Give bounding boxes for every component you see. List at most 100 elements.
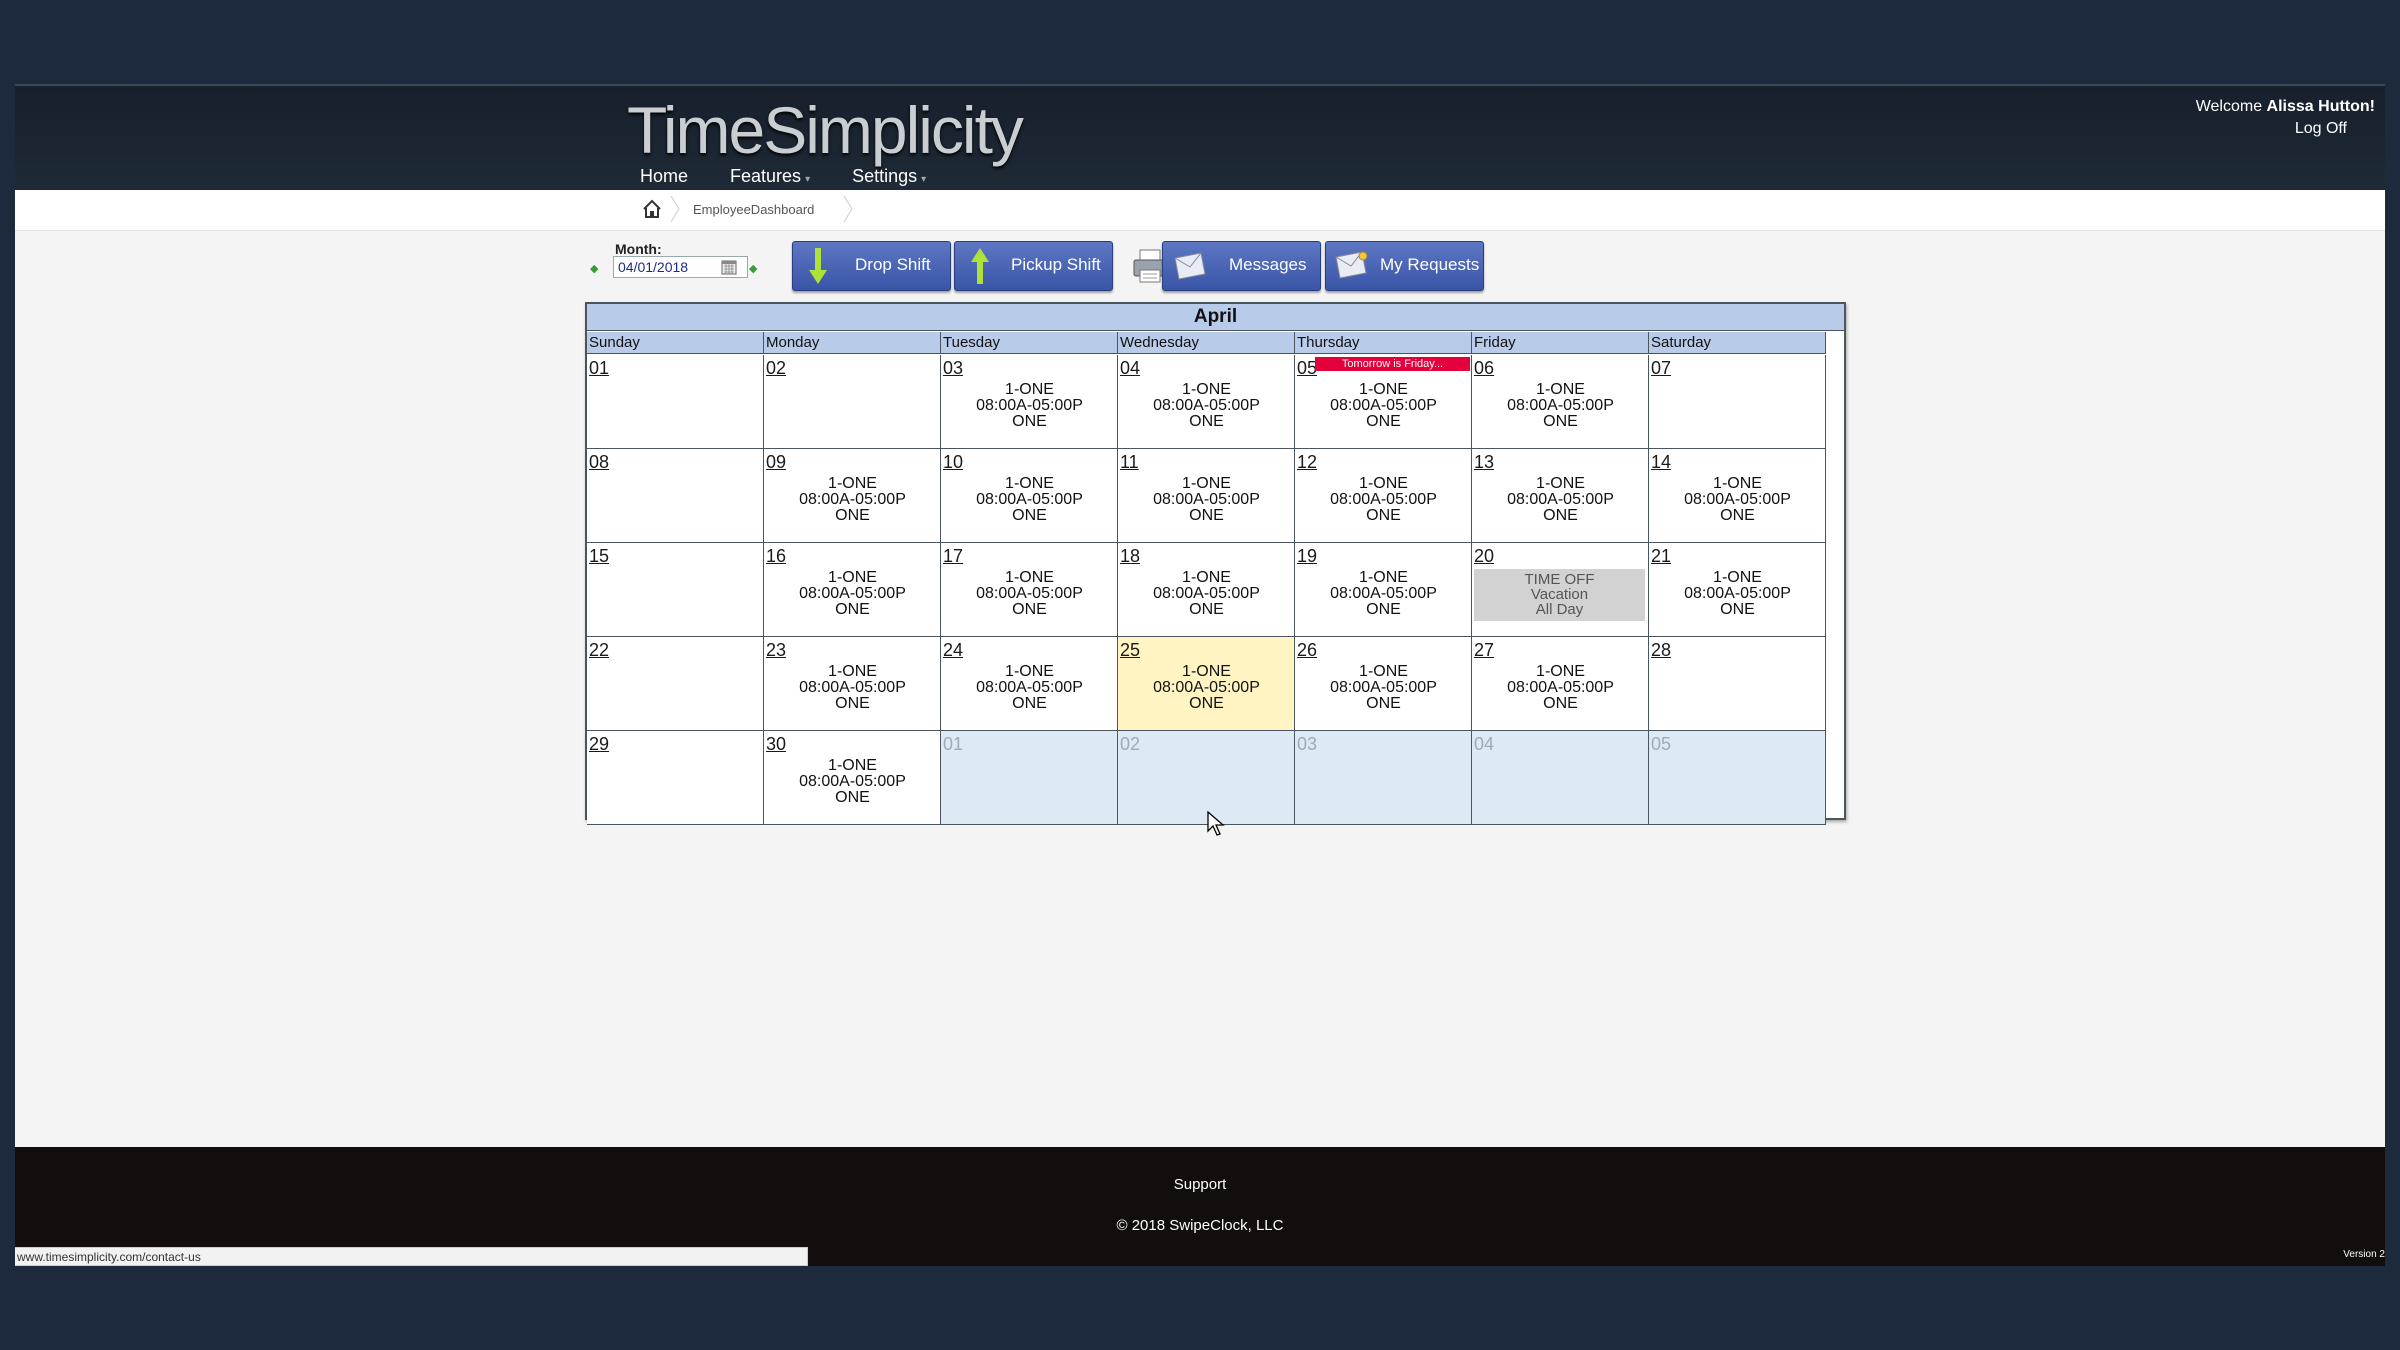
messages-button[interactable]: Messages xyxy=(1162,241,1321,291)
my-requests-button[interactable]: My Requests xyxy=(1325,241,1484,291)
day-number-link[interactable]: 04 xyxy=(1120,358,1140,379)
day-number-link[interactable]: 23 xyxy=(766,640,786,661)
shift-entry[interactable]: 1-ONE 08:00A-05:00P ONE xyxy=(941,382,1118,430)
calendar-day-cell[interactable]: 22 xyxy=(587,637,764,731)
calendar-day-cell[interactable]: 01 xyxy=(587,355,764,449)
nav-settings[interactable]: Settings ▾ xyxy=(852,166,926,187)
day-number-link[interactable]: 28 xyxy=(1651,640,1671,661)
day-number-link[interactable]: 17 xyxy=(943,546,963,567)
day-number-link[interactable]: 09 xyxy=(766,452,786,473)
calendar-day-cell[interactable]: 09 1-ONE 08:00A-05:00P ONE xyxy=(764,449,941,543)
shift-entry[interactable]: 1-ONE 08:00A-05:00P ONE xyxy=(764,476,941,524)
calendar-day-cell[interactable]: 26 1-ONE 08:00A-05:00P ONE xyxy=(1295,637,1472,731)
shift-entry[interactable]: 1-ONE 08:00A-05:00P ONE xyxy=(764,758,941,806)
calendar-day-cell[interactable]: 02 xyxy=(764,355,941,449)
calendar-day-cell[interactable]: 17 1-ONE 08:00A-05:00P ONE xyxy=(941,543,1118,637)
calendar-day-cell[interactable]: 27 1-ONE 08:00A-05:00P ONE xyxy=(1472,637,1649,731)
shift-entry[interactable]: 1-ONE 08:00A-05:00P ONE xyxy=(1472,664,1649,712)
day-number-link[interactable]: 22 xyxy=(589,640,609,661)
calendar-day-cell[interactable]: 18 1-ONE 08:00A-05:00P ONE xyxy=(1118,543,1295,637)
calendar-day-cell[interactable]: 16 1-ONE 08:00A-05:00P ONE xyxy=(764,543,941,637)
calendar-day-cell[interactable]: 12 1-ONE 08:00A-05:00P ONE xyxy=(1295,449,1472,543)
logoff-link[interactable]: Log Off xyxy=(2196,118,2375,140)
prev-month-button[interactable]: ◆ xyxy=(590,262,598,275)
calendar-day-cell[interactable]: 25 1-ONE 08:00A-05:00P ONE xyxy=(1118,637,1295,731)
calendar-day-cell[interactable]: 04 1-ONE 08:00A-05:00P ONE xyxy=(1118,355,1295,449)
calendar-day-cell[interactable]: 13 1-ONE 08:00A-05:00P ONE xyxy=(1472,449,1649,543)
calendar-day-cell[interactable]: 01 xyxy=(941,731,1118,825)
next-month-button[interactable]: ◆ xyxy=(749,262,757,275)
calendar-day-cell[interactable]: 03 xyxy=(1295,731,1472,825)
shift-entry[interactable]: 1-ONE 08:00A-05:00P ONE xyxy=(1295,476,1472,524)
shift-entry[interactable]: 1-ONE 08:00A-05:00P ONE xyxy=(1118,570,1295,618)
day-number-link[interactable]: 16 xyxy=(766,546,786,567)
shift-entry[interactable]: 1-ONE 08:00A-05:00P ONE xyxy=(1295,570,1472,618)
calendar-day-cell[interactable]: 08 xyxy=(587,449,764,543)
calendar-day-cell[interactable]: 07 xyxy=(1649,355,1826,449)
day-number-link[interactable]: 21 xyxy=(1651,546,1671,567)
day-number-link[interactable]: 11 xyxy=(1120,452,1139,473)
home-icon[interactable] xyxy=(641,198,663,220)
day-number-link[interactable]: 24 xyxy=(943,640,963,661)
day-number-link[interactable]: 12 xyxy=(1297,452,1317,473)
calendar-day-cell[interactable]: 30 1-ONE 08:00A-05:00P ONE xyxy=(764,731,941,825)
day-number-link[interactable]: 27 xyxy=(1474,640,1494,661)
calendar-day-cell[interactable]: 11 1-ONE 08:00A-05:00P ONE xyxy=(1118,449,1295,543)
day-number-link[interactable]: 18 xyxy=(1120,546,1140,567)
day-number-link[interactable]: 07 xyxy=(1651,358,1671,379)
day-number-link[interactable]: 03 xyxy=(943,358,963,379)
shift-entry[interactable]: 1-ONE 08:00A-05:00P ONE xyxy=(1118,382,1295,430)
shift-entry[interactable]: 1-ONE 08:00A-05:00P ONE xyxy=(1295,382,1472,430)
shift-entry[interactable]: 1-ONE 08:00A-05:00P ONE xyxy=(764,664,941,712)
calendar-day-cell[interactable]: 05 xyxy=(1649,731,1826,825)
calendar-day-cell[interactable]: 05 Tomorrow is Friday... 1-ONE 08:00A-05:00… xyxy=(1295,355,1472,449)
calendar-day-cell[interactable]: 14 1-ONE 08:00A-05:00P ONE xyxy=(1649,449,1826,543)
shift-entry[interactable]: 1-ONE 08:00A-05:00P ONE xyxy=(764,570,941,618)
day-number-link[interactable]: 06 xyxy=(1474,358,1494,379)
calendar-day-cell[interactable]: 04 xyxy=(1472,731,1649,825)
calendar-icon[interactable] xyxy=(721,259,737,275)
day-number-link[interactable]: 29 xyxy=(589,734,609,755)
app-logo[interactable]: TimeSimplicity xyxy=(627,92,1024,168)
nav-home[interactable]: Home xyxy=(640,166,688,187)
shift-entry[interactable]: 1-ONE 08:00A-05:00P ONE xyxy=(1649,570,1826,618)
day-number-link[interactable]: 08 xyxy=(589,452,609,473)
day-number-link[interactable]: 19 xyxy=(1297,546,1317,567)
calendar-day-cell[interactable]: 23 1-ONE 08:00A-05:00P ONE xyxy=(764,637,941,731)
shift-entry[interactable]: 1-ONE 08:00A-05:00P ONE xyxy=(1118,664,1295,712)
event-badge[interactable]: Tomorrow is Friday... xyxy=(1315,357,1470,371)
time-off-entry[interactable]: TIME OFF Vacation All Day xyxy=(1474,569,1645,621)
pickup-shift-button[interactable]: Pickup Shift xyxy=(954,241,1113,291)
day-number-link[interactable]: 26 xyxy=(1297,640,1317,661)
day-number-link[interactable]: 25 xyxy=(1120,640,1140,661)
shift-entry[interactable]: 1-ONE 08:00A-05:00P ONE xyxy=(941,570,1118,618)
nav-features[interactable]: Features ▾ xyxy=(730,166,810,187)
day-number-link[interactable]: 30 xyxy=(766,734,786,755)
day-number-link[interactable]: 10 xyxy=(943,452,963,473)
calendar-day-cell[interactable]: 03 1-ONE 08:00A-05:00P ONE xyxy=(941,355,1118,449)
calendar-day-cell[interactable]: 24 1-ONE 08:00A-05:00P ONE xyxy=(941,637,1118,731)
calendar-day-cell[interactable]: 06 1-ONE 08:00A-05:00P ONE xyxy=(1472,355,1649,449)
shift-entry[interactable]: 1-ONE 08:00A-05:00P ONE xyxy=(1649,476,1826,524)
calendar-day-cell[interactable]: 15 xyxy=(587,543,764,637)
calendar-day-cell[interactable]: 10 1-ONE 08:00A-05:00P ONE xyxy=(941,449,1118,543)
shift-entry[interactable]: 1-ONE 08:00A-05:00P ONE xyxy=(941,664,1118,712)
calendar-day-cell[interactable]: 21 1-ONE 08:00A-05:00P ONE xyxy=(1649,543,1826,637)
shift-entry[interactable]: 1-ONE 08:00A-05:00P ONE xyxy=(1472,476,1649,524)
day-number-link[interactable]: 20 xyxy=(1474,546,1494,567)
calendar-day-cell[interactable]: 19 1-ONE 08:00A-05:00P ONE xyxy=(1295,543,1472,637)
calendar-day-cell[interactable]: 20 TIME OFF Vacation All Day xyxy=(1472,543,1649,637)
shift-entry[interactable]: 1-ONE 08:00A-05:00P ONE xyxy=(1295,664,1472,712)
calendar-day-cell[interactable]: 29 xyxy=(587,731,764,825)
day-number-link[interactable]: 01 xyxy=(589,358,609,379)
day-number-link[interactable]: 13 xyxy=(1474,452,1494,473)
support-link[interactable]: Support xyxy=(15,1176,2385,1193)
shift-entry[interactable]: 1-ONE 08:00A-05:00P ONE xyxy=(1118,476,1295,524)
day-number-link[interactable]: 14 xyxy=(1651,452,1671,473)
shift-entry[interactable]: 1-ONE 08:00A-05:00P ONE xyxy=(941,476,1118,524)
breadcrumb-current[interactable]: EmployeeDashboard xyxy=(693,202,814,217)
calendar-day-cell[interactable]: 28 xyxy=(1649,637,1826,731)
day-number-link[interactable]: 02 xyxy=(766,358,786,379)
drop-shift-button[interactable]: Drop Shift xyxy=(792,241,951,291)
day-number-link[interactable]: 15 xyxy=(589,546,609,567)
